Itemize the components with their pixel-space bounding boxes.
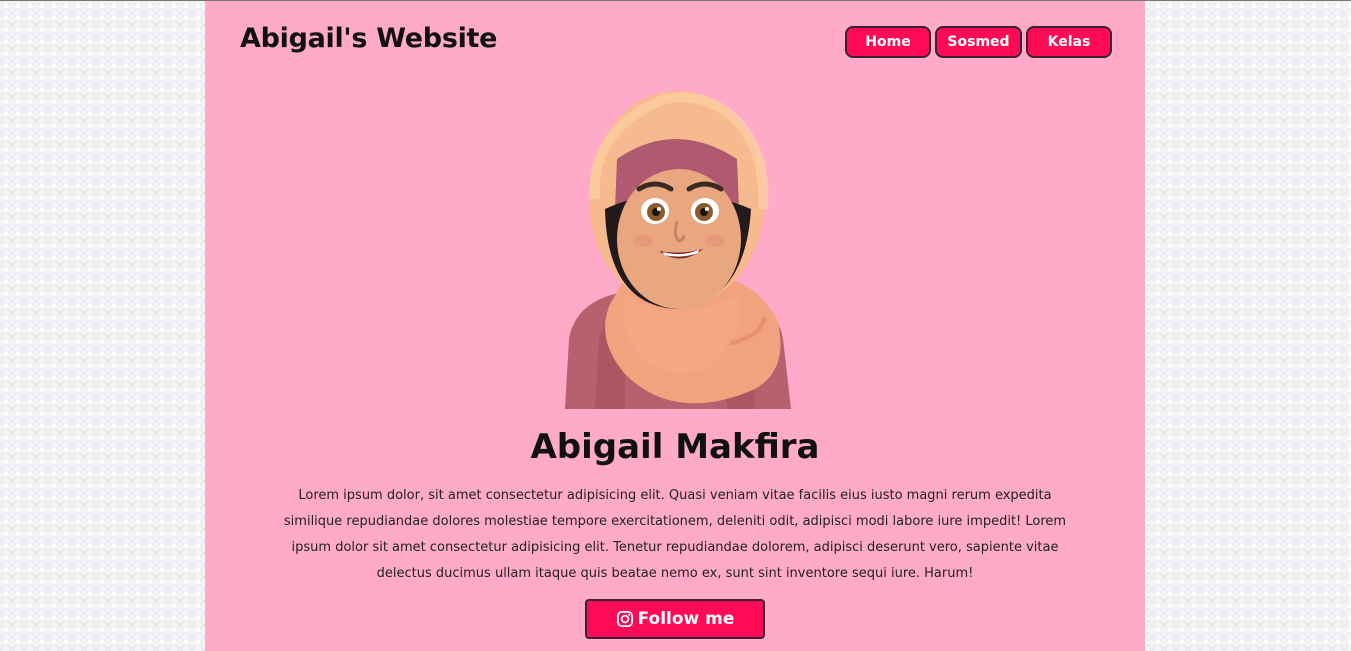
profile-name: Abigail Makfira: [530, 427, 820, 467]
site-title: Abigail's Website: [240, 23, 498, 54]
instagram-icon: [616, 610, 633, 628]
page-container: Abigail's Website Home Sosmed Kelas Abig…: [205, 1, 1145, 651]
nav-sosmed-button[interactable]: Sosmed: [935, 26, 1022, 58]
nav-kelas-button[interactable]: Kelas: [1026, 26, 1112, 58]
profile-bio: Lorem ipsum dolor, sit amet consectetur …: [283, 488, 1067, 581]
follow-me-label: Follow me: [637, 609, 735, 629]
nav-home-button[interactable]: Home: [845, 26, 931, 58]
profile-avatar: [565, 91, 791, 409]
main-nav: Home Sosmed Kelas: [845, 26, 1112, 58]
follow-me-button[interactable]: Follow me: [585, 599, 765, 639]
